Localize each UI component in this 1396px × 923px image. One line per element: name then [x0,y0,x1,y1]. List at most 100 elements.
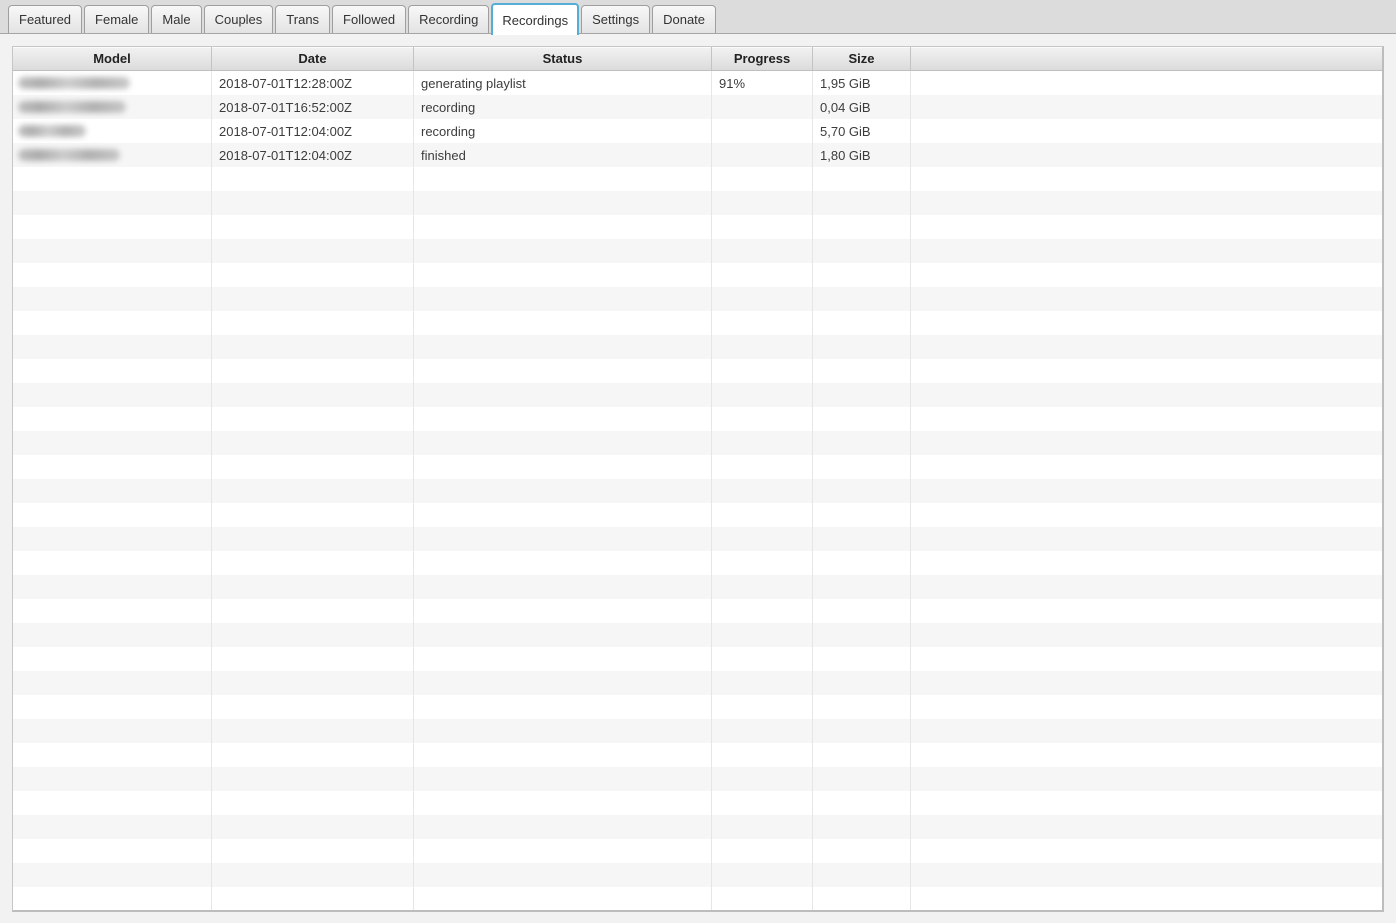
empty-cell [13,287,212,311]
model-cell [13,119,212,143]
tab-recording[interactable]: Recording [408,5,489,33]
empty-cell [712,791,813,815]
table-row[interactable]: 2018-07-01T12:04:00Zrecording5,70 GiB [13,119,1382,143]
table-row-empty[interactable] [13,815,1382,839]
table-row-empty[interactable] [13,767,1382,791]
empty-cell [813,479,911,503]
table-row-empty[interactable] [13,719,1382,743]
tab-donate[interactable]: Donate [652,5,716,33]
empty-cell [911,479,1382,503]
empty-cell [813,719,911,743]
redacted-model-name [18,77,130,89]
table-row-empty[interactable] [13,191,1382,215]
empty-cell [712,623,813,647]
table-row-empty[interactable] [13,239,1382,263]
empty-cell [712,263,813,287]
table-row[interactable]: 2018-07-01T16:52:00Zrecording0,04 GiB [13,95,1382,119]
empty-cell [212,671,414,695]
empty-cell [212,599,414,623]
table-row-empty[interactable] [13,839,1382,863]
empty-cell [911,191,1382,215]
table-row-empty[interactable] [13,503,1382,527]
table-row-empty[interactable] [13,335,1382,359]
table-row-empty[interactable] [13,215,1382,239]
empty-cell [414,767,712,791]
empty-cell [212,623,414,647]
status-cell: generating playlist [414,71,712,95]
tab-settings[interactable]: Settings [581,5,650,33]
empty-cell [212,239,414,263]
empty-cell [13,599,212,623]
table-row-empty[interactable] [13,887,1382,911]
table-row-empty[interactable] [13,575,1382,599]
table-row-empty[interactable] [13,863,1382,887]
empty-cell [911,383,1382,407]
empty-cell [414,527,712,551]
table-row-empty[interactable] [13,623,1382,647]
table-header: ModelDateStatusProgressSize [13,47,1382,71]
table-row[interactable]: 2018-07-01T12:28:00Zgenerating playlist9… [13,71,1382,95]
empty-cell [712,383,813,407]
empty-cell [212,887,414,911]
table-row-empty[interactable] [13,671,1382,695]
empty-cell [813,551,911,575]
empty-cell [813,695,911,719]
table-row[interactable]: 2018-07-01T12:04:00Zfinished1,80 GiB [13,143,1382,167]
column-header-status[interactable]: Status [414,47,712,71]
table-row-empty[interactable] [13,311,1382,335]
empty-cell [911,263,1382,287]
empty-cell [414,791,712,815]
table-row-empty[interactable] [13,479,1382,503]
empty-cell [13,743,212,767]
empty-cell [414,359,712,383]
column-header-model[interactable]: Model [13,47,212,71]
empty-cell [414,167,712,191]
tab-followed[interactable]: Followed [332,5,406,33]
column-header-filler [911,47,1382,71]
table-row-empty[interactable] [13,455,1382,479]
empty-cell [13,359,212,383]
empty-cell [813,815,911,839]
table-row-empty[interactable] [13,359,1382,383]
recordings-table: ModelDateStatusProgressSize 2018-07-01T1… [12,46,1384,912]
empty-cell [813,791,911,815]
table-row-empty[interactable] [13,431,1382,455]
empty-cell [13,815,212,839]
table-row-empty[interactable] [13,551,1382,575]
table-row-empty[interactable] [13,743,1382,767]
tab-trans[interactable]: Trans [275,5,330,33]
empty-cell [13,311,212,335]
tab-featured[interactable]: Featured [8,5,82,33]
empty-cell [13,647,212,671]
table-row-empty[interactable] [13,383,1382,407]
empty-cell [414,263,712,287]
table-row-empty[interactable] [13,647,1382,671]
empty-cell [712,551,813,575]
tab-male[interactable]: Male [151,5,201,33]
table-row-empty[interactable] [13,287,1382,311]
column-header-date[interactable]: Date [212,47,414,71]
table-row-empty[interactable] [13,407,1382,431]
table-row-empty[interactable] [13,791,1382,815]
progress-cell [712,143,813,167]
column-header-progress[interactable]: Progress [712,47,813,71]
empty-cell [414,191,712,215]
table-row-empty[interactable] [13,695,1382,719]
empty-cell [911,407,1382,431]
redacted-model-name [18,149,120,161]
column-header-size[interactable]: Size [813,47,911,71]
empty-cell [414,671,712,695]
empty-cell [712,239,813,263]
tab-recordings[interactable]: Recordings [491,3,579,35]
tab-couples[interactable]: Couples [204,5,274,33]
tab-bar: FeaturedFemaleMaleCouplesTransFollowedRe… [0,0,1396,34]
empty-cell [13,863,212,887]
tab-female[interactable]: Female [84,5,149,33]
table-row-empty[interactable] [13,527,1382,551]
empty-cell [414,887,712,911]
table-row-empty[interactable] [13,263,1382,287]
table-row-empty[interactable] [13,599,1382,623]
empty-cell [712,215,813,239]
table-row-empty[interactable] [13,167,1382,191]
empty-cell [212,647,414,671]
